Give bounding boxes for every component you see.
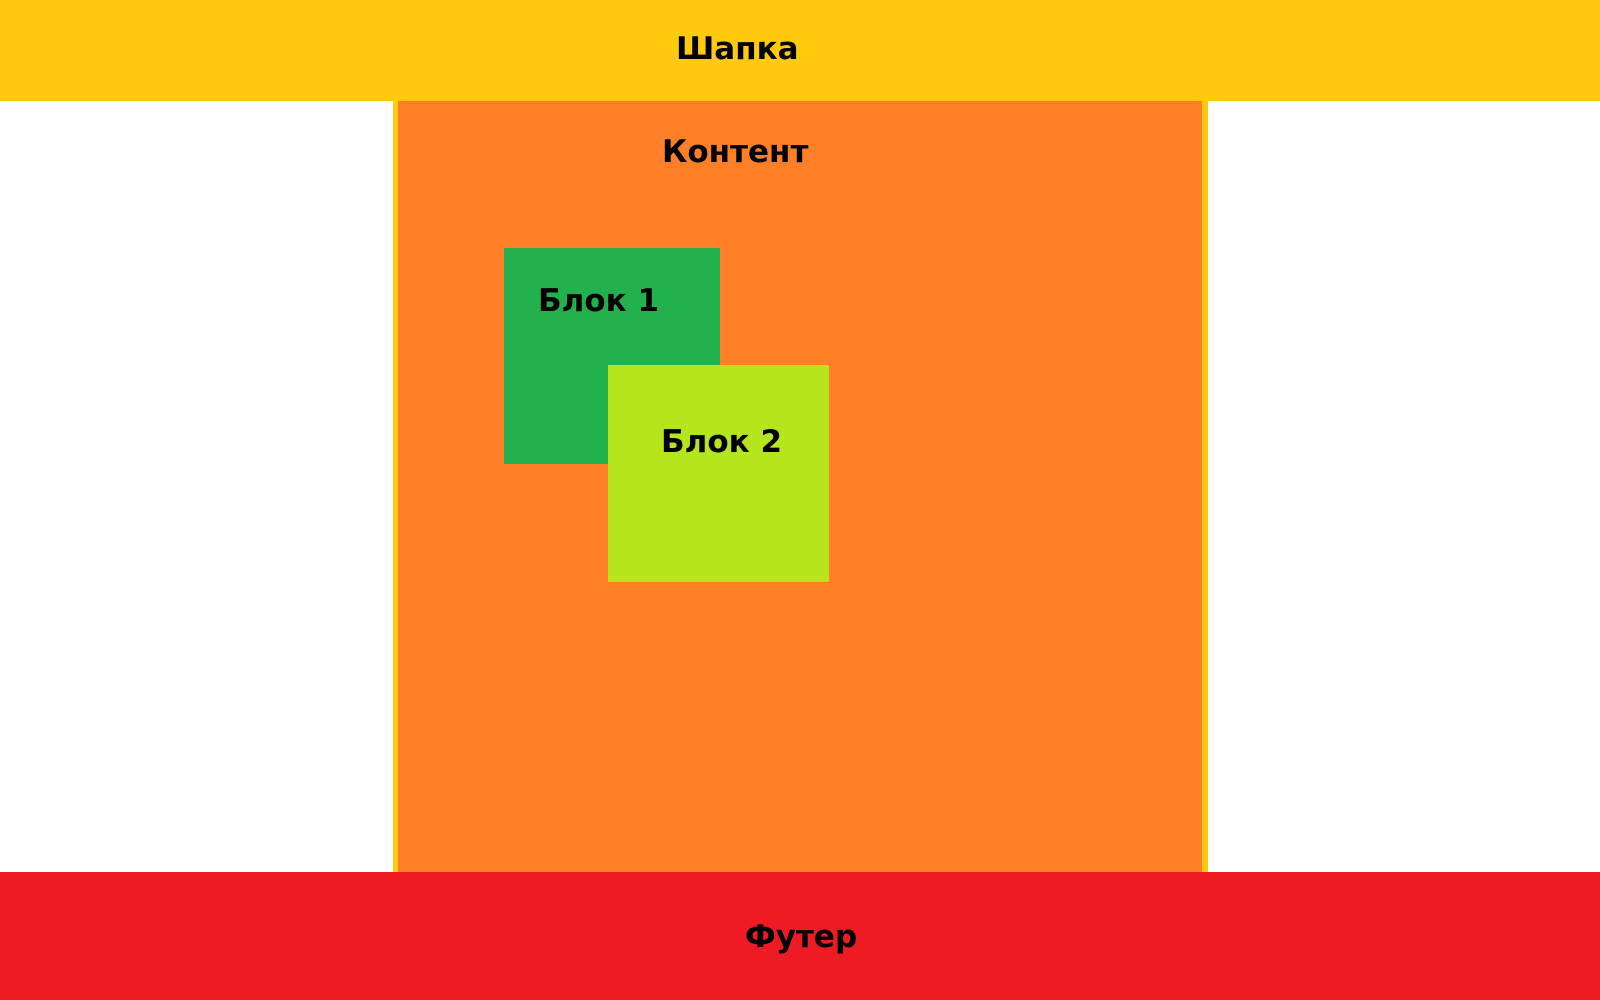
footer-label: Футер [745,919,858,955]
block-2 [608,365,829,582]
layout-diagram: Шапка Контент Блок 1 Блок 2 Футер [0,0,1600,1000]
block-2-label: Блок 2 [661,424,783,460]
header-label: Шапка [676,31,799,67]
block-1-label: Блок 1 [538,283,660,319]
content-label: Контент [662,134,809,170]
header-region [0,0,1600,101]
